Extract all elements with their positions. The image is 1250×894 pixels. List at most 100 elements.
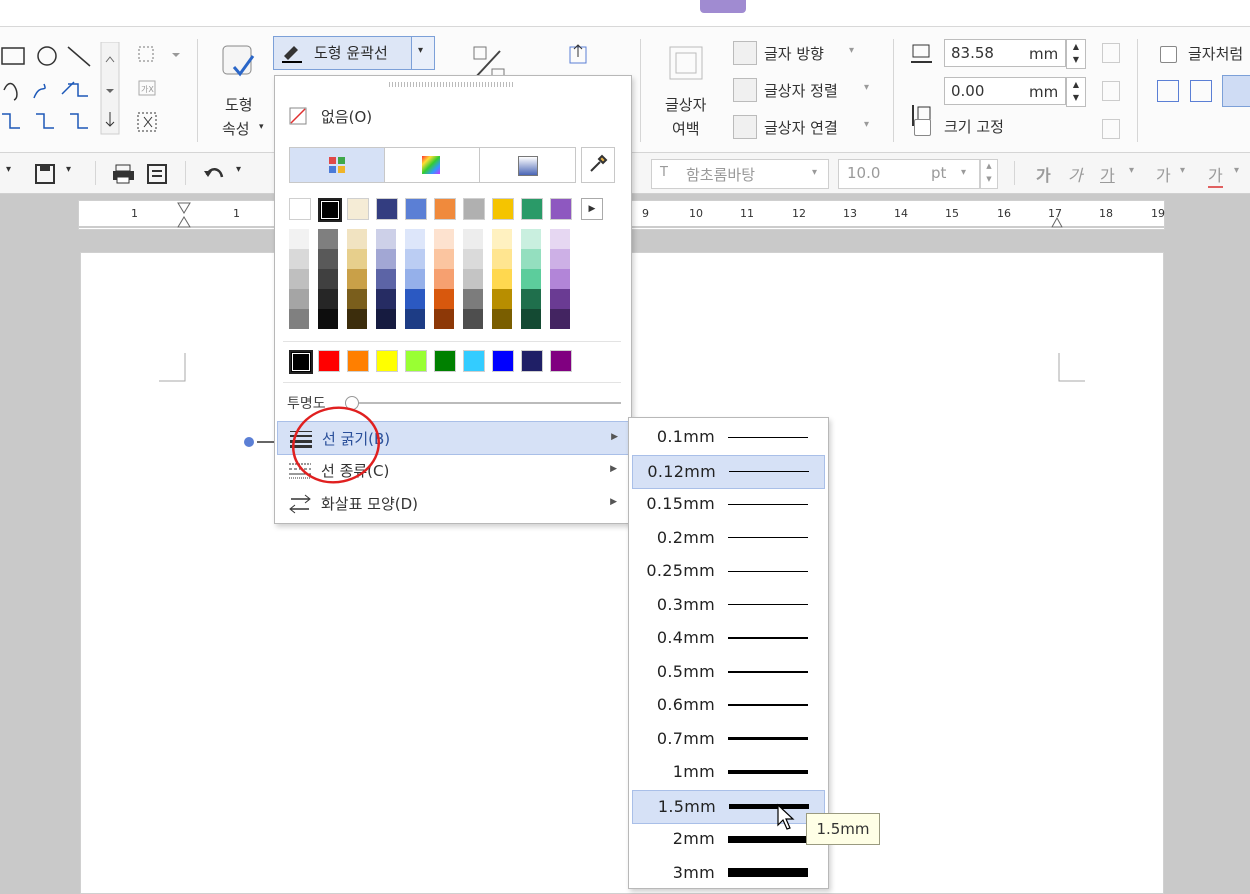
color-swatch[interactable] <box>347 289 367 309</box>
italic-button[interactable]: 가 <box>1068 162 1083 186</box>
line-weight-option[interactable]: 0.3mm <box>632 589 823 621</box>
color-swatch[interactable] <box>318 269 338 289</box>
color-swatch[interactable] <box>405 229 425 249</box>
color-swatch[interactable] <box>318 249 338 269</box>
underline-button[interactable]: 가 <box>1100 162 1115 186</box>
bold-button[interactable]: 가 <box>1036 162 1051 186</box>
shape-props-label-2[interactable]: 속성 <box>222 118 250 139</box>
tab-spectrum[interactable] <box>385 148 480 182</box>
color-swatch[interactable] <box>376 249 396 269</box>
line-weight-option[interactable]: 0.7mm <box>632 723 823 755</box>
color-swatch[interactable] <box>550 229 570 249</box>
color-swatch[interactable] <box>289 198 311 220</box>
print-icon[interactable] <box>112 163 136 185</box>
color-swatch[interactable] <box>347 350 369 372</box>
color-swatch[interactable] <box>434 309 454 329</box>
color-swatch[interactable] <box>318 229 338 249</box>
bring-forward-icon[interactable] <box>568 43 590 65</box>
color-swatch[interactable] <box>434 269 454 289</box>
line-weight-option[interactable]: 0.1mm <box>632 421 823 453</box>
ruler-right-marker[interactable] <box>1050 215 1064 229</box>
color-swatch[interactable] <box>550 309 570 329</box>
textbox-margin-label-2[interactable]: 여백 <box>672 118 700 139</box>
color-swatch[interactable] <box>405 309 425 329</box>
preview-icon[interactable] <box>146 163 168 185</box>
font-name-select[interactable]: T 함초롬바탕 ▾ <box>651 159 829 189</box>
color-swatch[interactable] <box>434 289 454 309</box>
color-swatch[interactable] <box>376 289 396 309</box>
color-swatch[interactable] <box>289 289 309 309</box>
color-swatch[interactable] <box>492 269 512 289</box>
color-swatch[interactable] <box>318 309 338 329</box>
color-swatch[interactable] <box>492 198 514 220</box>
color-swatch[interactable] <box>347 269 367 289</box>
color-swatch[interactable] <box>521 350 543 372</box>
color-swatch[interactable] <box>521 309 541 329</box>
color-swatch[interactable] <box>521 249 541 269</box>
line-weight-option[interactable]: 0.25mm <box>632 555 823 587</box>
outline-button[interactable]: 도형 윤곽선 ▾ <box>273 36 435 70</box>
color-swatch[interactable] <box>405 249 425 269</box>
tab-standard[interactable] <box>290 148 385 182</box>
color-swatch[interactable] <box>347 309 367 329</box>
color-swatch[interactable] <box>376 229 396 249</box>
width-input[interactable]: 83.58 mm <box>944 39 1066 67</box>
strikethrough-button[interactable]: 가 <box>1156 162 1171 186</box>
color-swatch[interactable] <box>376 198 398 220</box>
line-weight-option[interactable]: 0.2mm <box>632 522 823 554</box>
color-swatch[interactable] <box>405 198 427 220</box>
color-swatch[interactable] <box>405 269 425 289</box>
wrap-square-icon[interactable] <box>1157 80 1179 102</box>
color-swatch[interactable] <box>318 350 340 372</box>
menu-grip[interactable] <box>389 82 515 87</box>
line-weight-option[interactable]: 1mm <box>632 756 823 788</box>
color-swatch[interactable] <box>434 229 454 249</box>
width-spinner[interactable]: ▲ ▼ <box>1066 39 1086 69</box>
line-weight-option[interactable]: 0.12mm <box>632 454 825 489</box>
line-weight-option[interactable]: 0.4mm <box>632 622 823 654</box>
color-swatch[interactable] <box>492 289 512 309</box>
color-swatch[interactable] <box>347 249 367 269</box>
color-swatch[interactable] <box>550 269 570 289</box>
color-swatch[interactable] <box>347 229 367 249</box>
line-weight-option[interactable]: 0.15mm <box>632 488 823 520</box>
color-swatch[interactable] <box>405 350 427 372</box>
color-swatch[interactable] <box>463 350 485 372</box>
color-swatch[interactable] <box>550 249 570 269</box>
context-tab[interactable] <box>700 0 746 13</box>
color-swatch[interactable] <box>521 269 541 289</box>
color-swatch[interactable] <box>434 350 456 372</box>
fix-size-checkbox[interactable] <box>914 119 931 136</box>
color-swatch[interactable] <box>550 198 572 220</box>
color-swatch[interactable] <box>550 350 572 372</box>
textbox-margin-label-1[interactable]: 글상자 <box>665 94 706 115</box>
color-swatch[interactable] <box>463 249 483 269</box>
line-weight-option[interactable]: 0.6mm <box>632 689 823 721</box>
color-swatch[interactable] <box>521 229 541 249</box>
height-spinner[interactable]: ▲ ▼ <box>1066 77 1086 107</box>
text-wrap-checkbox[interactable] <box>1160 46 1177 63</box>
color-swatch[interactable] <box>463 269 483 289</box>
color-swatch[interactable] <box>463 198 485 220</box>
color-swatch[interactable] <box>492 350 514 372</box>
height-input[interactable]: 0.00 mm <box>944 77 1066 105</box>
color-swatch[interactable] <box>434 249 454 269</box>
color-swatch[interactable] <box>492 229 512 249</box>
more-colors-arrow[interactable]: ▶ <box>581 198 603 220</box>
color-swatch[interactable] <box>405 289 425 309</box>
color-swatch[interactable] <box>289 229 309 249</box>
font-size-select[interactable]: 10.0 pt ▾ <box>838 159 980 189</box>
shape-tools[interactable]: 가X <box>136 43 186 138</box>
color-swatch[interactable] <box>463 229 483 249</box>
color-swatch[interactable] <box>318 198 342 222</box>
text-direction-label[interactable]: 글자 방향 <box>764 43 824 64</box>
color-swatch[interactable] <box>347 198 369 220</box>
text-align-label[interactable]: 글상자 정렬 <box>764 80 838 101</box>
color-swatch[interactable] <box>376 269 396 289</box>
color-swatch[interactable] <box>463 309 483 329</box>
line-weight-option[interactable]: 3mm <box>632 857 823 889</box>
color-swatch[interactable] <box>434 198 456 220</box>
text-link-label[interactable]: 글상자 연결 <box>764 117 838 138</box>
color-swatch[interactable] <box>318 289 338 309</box>
line-weight-option[interactable]: 0.5mm <box>632 656 823 688</box>
